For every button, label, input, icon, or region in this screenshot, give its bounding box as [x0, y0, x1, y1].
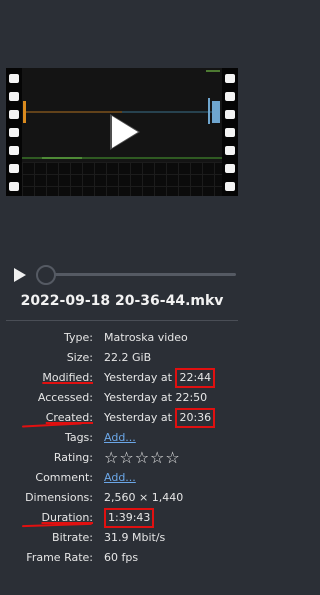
property-value: Matroska video	[104, 331, 188, 344]
property-frame-rate: Frame Rate: 60 fps	[0, 548, 244, 568]
seek-bar-track[interactable]	[54, 273, 236, 276]
highlighted-value: 20:36	[175, 408, 216, 428]
divider	[6, 320, 238, 321]
property-label: Bitrate:	[52, 531, 93, 544]
media-player-controls	[12, 264, 236, 286]
property-label: Accessed:	[37, 391, 93, 404]
property-value: Yesterday at 22:44	[104, 368, 216, 388]
property-value: 31.9 Mbit/s	[104, 531, 166, 544]
property-size: Size: 22.2 GiB	[0, 348, 244, 368]
property-label: Comment:	[35, 471, 93, 484]
property-value: Yesterday at 22:50	[104, 391, 208, 404]
video-thumbnail[interactable]	[6, 68, 238, 196]
property-accessed: Accessed: Yesterday at 22:50	[0, 388, 244, 408]
property-label: Modified:	[42, 371, 93, 384]
property-value: 2,560 × 1,440	[104, 491, 184, 504]
highlighted-value: 1:39:43	[104, 508, 155, 528]
property-modified: Modified: Yesterday at 22:44	[0, 368, 244, 388]
film-perforation-right	[222, 68, 238, 196]
property-label: Rating:	[53, 451, 93, 464]
rating-stars-icon[interactable]: ☆☆☆☆☆	[104, 448, 181, 468]
property-value: Add...	[104, 428, 136, 448]
property-rating: Rating: ☆☆☆☆☆	[0, 448, 244, 468]
play-overlay-icon[interactable]	[112, 116, 138, 148]
property-dimensions: Dimensions: 2,560 × 1,440	[0, 488, 244, 508]
property-label: Frame Rate:	[26, 551, 93, 564]
add-comment-link[interactable]: Add...	[104, 471, 136, 484]
property-tags: Tags: Add...	[0, 428, 244, 448]
play-icon[interactable]	[14, 268, 26, 282]
thumbnail-timeline	[22, 162, 222, 196]
add-tags-link[interactable]: Add...	[104, 431, 136, 444]
property-label: Type:	[64, 331, 93, 344]
film-perforation-left	[6, 68, 22, 196]
seek-bar-handle[interactable]	[36, 265, 56, 285]
property-label: Tags:	[64, 431, 93, 444]
property-value: 1:39:43	[104, 508, 155, 528]
property-bitrate: Bitrate: 31.9 Mbit/s	[0, 528, 244, 548]
property-value: Yesterday at 20:36	[104, 408, 216, 428]
property-label: Dimensions:	[25, 491, 93, 504]
highlighted-value: 22:44	[175, 368, 216, 388]
property-type: Type: Matroska video	[0, 328, 244, 348]
property-comment: Comment: Add...	[0, 468, 244, 488]
property-value: 22.2 GiB	[104, 351, 152, 364]
property-label: Size:	[66, 351, 93, 364]
property-value: Add...	[104, 468, 136, 488]
property-value: 60 fps	[104, 551, 139, 564]
file-name: 2022-09-18 20-36-44.mkv	[20, 293, 224, 309]
